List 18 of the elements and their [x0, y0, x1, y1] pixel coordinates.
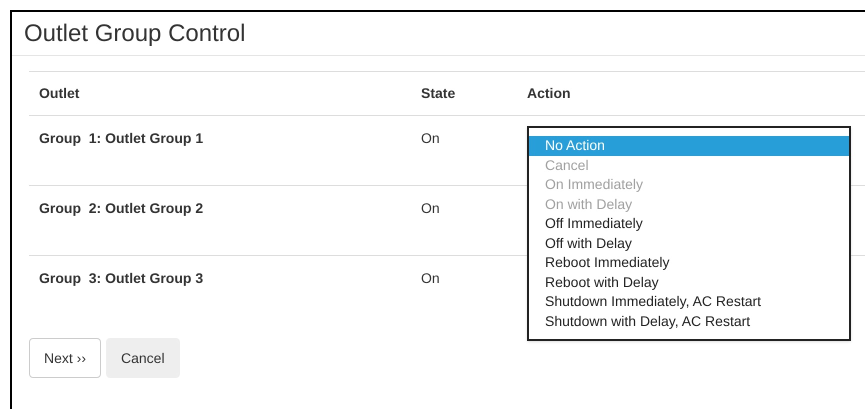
page-title: Outlet Group Control	[24, 18, 246, 48]
column-header: State	[421, 85, 456, 101]
next-button[interactable]: Next ››	[29, 338, 101, 378]
dropdown-option[interactable]: Shutdown with Delay, AC Restart	[529, 312, 849, 331]
cancel-button[interactable]: Cancel	[106, 338, 180, 378]
dropdown-option[interactable]: Reboot Immediately	[529, 253, 849, 272]
table-cell: On	[421, 130, 440, 146]
dropdown-option[interactable]: Reboot with Delay	[529, 272, 849, 292]
table-cell: On	[421, 270, 440, 286]
column-header: Action	[527, 85, 571, 101]
dropdown-option[interactable]: Off with Delay	[529, 234, 849, 253]
table-cell: Group 2: Outlet Group 2	[39, 200, 204, 216]
column-header: Outlet	[39, 85, 80, 101]
dropdown-option[interactable]: Off Immediately	[529, 214, 849, 234]
table-cell: Group 3: Outlet Group 3	[39, 270, 204, 286]
table-cell: On	[421, 200, 440, 216]
dropdown-option[interactable]: Shutdown Immediately, AC Restart	[529, 292, 849, 312]
table-cell: Group 1: Outlet Group 1	[39, 130, 204, 146]
